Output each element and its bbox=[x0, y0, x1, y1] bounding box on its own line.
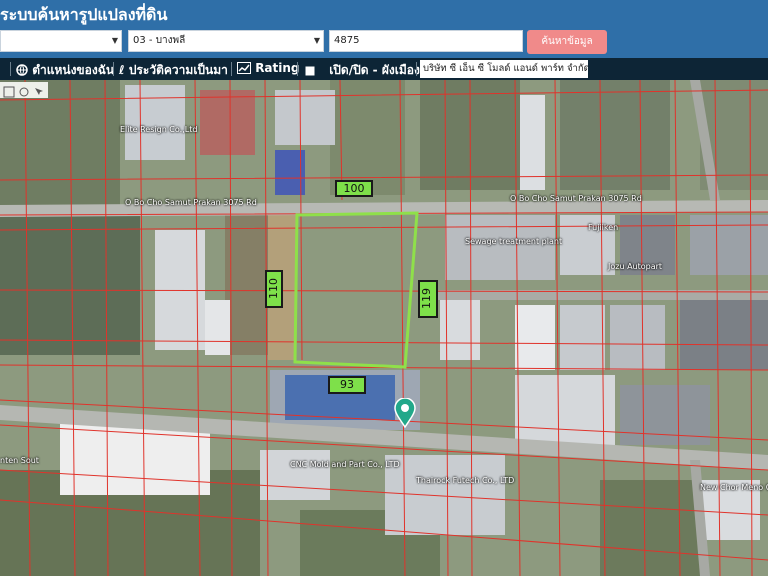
poi-label: Sewage treatment plant bbox=[465, 237, 563, 246]
company-name-field[interactable]: บริษัท ซี เอ็น ซี โมลด์ แอนด์ พาร์ท จำกั… bbox=[420, 60, 588, 78]
app-title: ระบบค้นหารูปแปลงที่ดิน bbox=[0, 5, 168, 24]
ruler-icon[interactable] bbox=[18, 83, 30, 97]
satellite-map bbox=[0, 80, 768, 576]
map-view[interactable]: O Bo Cho Samut Prakan 3075 Rd O Bo Cho S… bbox=[0, 80, 768, 576]
search-button[interactable]: ค้นหาข้อมูล bbox=[527, 30, 607, 54]
zoning-toggle-label: เปิด/ปิด - ผังเมือง bbox=[329, 63, 420, 77]
plot-side-label: 119 bbox=[418, 280, 438, 318]
app-header: ระบบค้นหารูปแปลงที่ดิน bbox=[0, 0, 768, 28]
toolbar-divider bbox=[297, 62, 298, 76]
plot-side-label: 110 bbox=[265, 270, 283, 308]
toolbar-divider bbox=[231, 62, 232, 76]
toolbar-divider bbox=[416, 62, 417, 76]
poi-label: nten Sout bbox=[0, 456, 39, 465]
rating-label: Rating bbox=[255, 61, 300, 75]
road-label: O Bo Cho Samut Prakan 3075 Rd bbox=[125, 198, 257, 207]
my-location-label: ตำแหน่งของฉัน bbox=[32, 63, 115, 77]
chart-icon bbox=[237, 61, 251, 75]
layers-icon[interactable] bbox=[3, 83, 15, 98]
province-select[interactable]: ▼ bbox=[0, 30, 122, 52]
chevron-down-icon: ▼ bbox=[111, 36, 118, 45]
plot-side-label: 93 bbox=[328, 376, 366, 394]
toolbar-divider bbox=[10, 62, 11, 76]
toolbar-divider bbox=[113, 62, 114, 76]
toolbar: ตำแหน่งของฉัน ℓ ประวัติความเป็นมา Rating… bbox=[0, 58, 768, 80]
poi-label: Jozu Autopart bbox=[608, 262, 663, 271]
district-select[interactable]: 03 - บางพลี ▼ bbox=[128, 30, 324, 52]
checkbox-icon bbox=[305, 63, 315, 77]
poi-label: New Chor Meno Co., LTD bbox=[700, 483, 768, 492]
parcel-number-value: 4875 bbox=[334, 35, 360, 46]
poi-label: Thairock Futech Co., LTD bbox=[416, 476, 515, 485]
search-bar: ▼ 03 - บางพลี ▼ 4875 ค้นหาข้อมูล bbox=[0, 28, 768, 58]
map-pin-icon[interactable] bbox=[394, 397, 416, 432]
poi-label: Fujiiken bbox=[588, 223, 619, 232]
road-label: O Bo Cho Samut Prakan 3075 Rd bbox=[510, 194, 642, 203]
cursor-icon[interactable] bbox=[33, 83, 45, 95]
map-tools bbox=[0, 82, 48, 98]
parcel-number-input[interactable]: 4875 bbox=[329, 30, 523, 52]
globe-icon bbox=[16, 63, 28, 77]
plot-side-label: 100 bbox=[335, 180, 373, 197]
poi-label: Elite Resign Co.,Ltd bbox=[120, 125, 198, 134]
poi-label: CNC Mold and Part Co., LTD bbox=[290, 460, 400, 469]
history-label: ประวัติความเป็นมา bbox=[128, 63, 228, 77]
rating-button[interactable]: Rating bbox=[237, 61, 300, 75]
district-value: 03 - บางพลี bbox=[133, 35, 186, 46]
pin-icon: ℓ bbox=[119, 63, 125, 77]
chevron-down-icon: ▼ bbox=[313, 36, 320, 45]
zoning-toggle[interactable]: เปิด/ปิด - ผังเมือง bbox=[305, 61, 420, 80]
my-location-button[interactable]: ตำแหน่งของฉัน bbox=[16, 61, 114, 80]
history-button[interactable]: ℓ ประวัติความเป็นมา bbox=[119, 61, 228, 80]
